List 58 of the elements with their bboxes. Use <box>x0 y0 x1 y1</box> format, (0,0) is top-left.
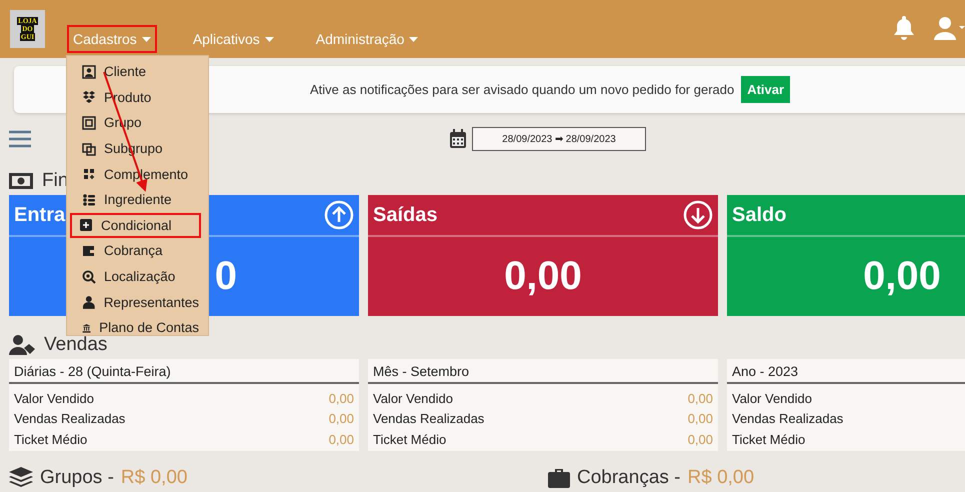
menu-item[interactable]: Representantes <box>70 289 201 315</box>
total-amount: R$ 0,00 <box>120 467 188 489</box>
card-title: Ano - 2023 <box>727 359 965 384</box>
caret-icon <box>409 36 418 42</box>
row-value: 0,00 <box>328 411 354 426</box>
notification-text: Ative as notificações para ser avisado quando um novo pedido for gerado <box>310 82 734 97</box>
total-amount: R$ 0,00 <box>688 467 754 489</box>
caret-icon <box>142 36 151 42</box>
briefcase-icon <box>548 468 570 488</box>
section-title: Cobranças - <box>577 467 680 489</box>
row-label: Vendas Realizadas <box>14 411 126 426</box>
menu-item[interactable]: Condicional <box>70 212 201 238</box>
row-label: Ticket Médio <box>732 432 806 447</box>
contact-icon <box>82 64 96 79</box>
menu-item[interactable]: Cobrança <box>70 238 201 264</box>
date-range-field[interactable]: 28/09/2023 ➡ 28/09/2023 <box>472 127 646 151</box>
card-title: Entra <box>14 204 66 226</box>
card-title: Saídas <box>373 204 438 226</box>
wallet-icon <box>82 244 96 258</box>
row-label: Vendas Realizadas <box>732 411 844 426</box>
row-label: Valor Vendido <box>732 390 812 406</box>
user-tag-icon <box>9 335 35 355</box>
amount-value: 0,00 <box>863 254 941 299</box>
user-icon <box>933 16 965 40</box>
row-label: Ticket Médio <box>373 432 446 447</box>
squares-icon <box>82 142 96 156</box>
boxes-icon <box>82 90 96 104</box>
magnifier-icon <box>82 270 96 284</box>
amount-value: 0 <box>214 254 237 299</box>
calendar-icon <box>449 129 467 149</box>
menu-item[interactable]: Cliente <box>70 59 201 85</box>
card-title: Saldo <box>732 204 786 226</box>
row-value: 0,00 <box>688 411 713 426</box>
menu-item[interactable]: Localização <box>70 264 201 290</box>
caret-icon <box>264 36 274 42</box>
row-value: 0,00 <box>328 390 354 406</box>
row-value: 0,00 <box>688 390 713 406</box>
row-label: Vendas Realizadas <box>373 411 484 426</box>
row-label: Valor Vendido <box>14 390 94 406</box>
grid-plus-icon <box>82 167 96 182</box>
row-value: 0,00 <box>328 432 354 447</box>
row-label: Valor Vendido <box>373 390 453 406</box>
section-title: Vendas <box>44 334 108 356</box>
layers-icon <box>9 467 33 489</box>
list-icon <box>82 192 96 207</box>
menu-item[interactable]: Ingrediente <box>70 186 201 213</box>
amount-value: 0,00 <box>504 254 582 299</box>
row-value: 0,00 <box>688 432 713 447</box>
person-icon <box>82 295 96 310</box>
section-title: Grupos - <box>40 467 114 489</box>
card-title: Diárias - 28 (Quinta-Feira) <box>9 359 359 384</box>
plus-square-icon <box>79 218 93 232</box>
bell-icon <box>893 16 915 40</box>
banknote-icon <box>9 173 33 189</box>
square-icon <box>82 116 96 130</box>
card-title: Mês - Setembro <box>368 359 718 384</box>
menu-icon <box>9 130 31 148</box>
row-label: Ticket Médio <box>14 432 88 447</box>
